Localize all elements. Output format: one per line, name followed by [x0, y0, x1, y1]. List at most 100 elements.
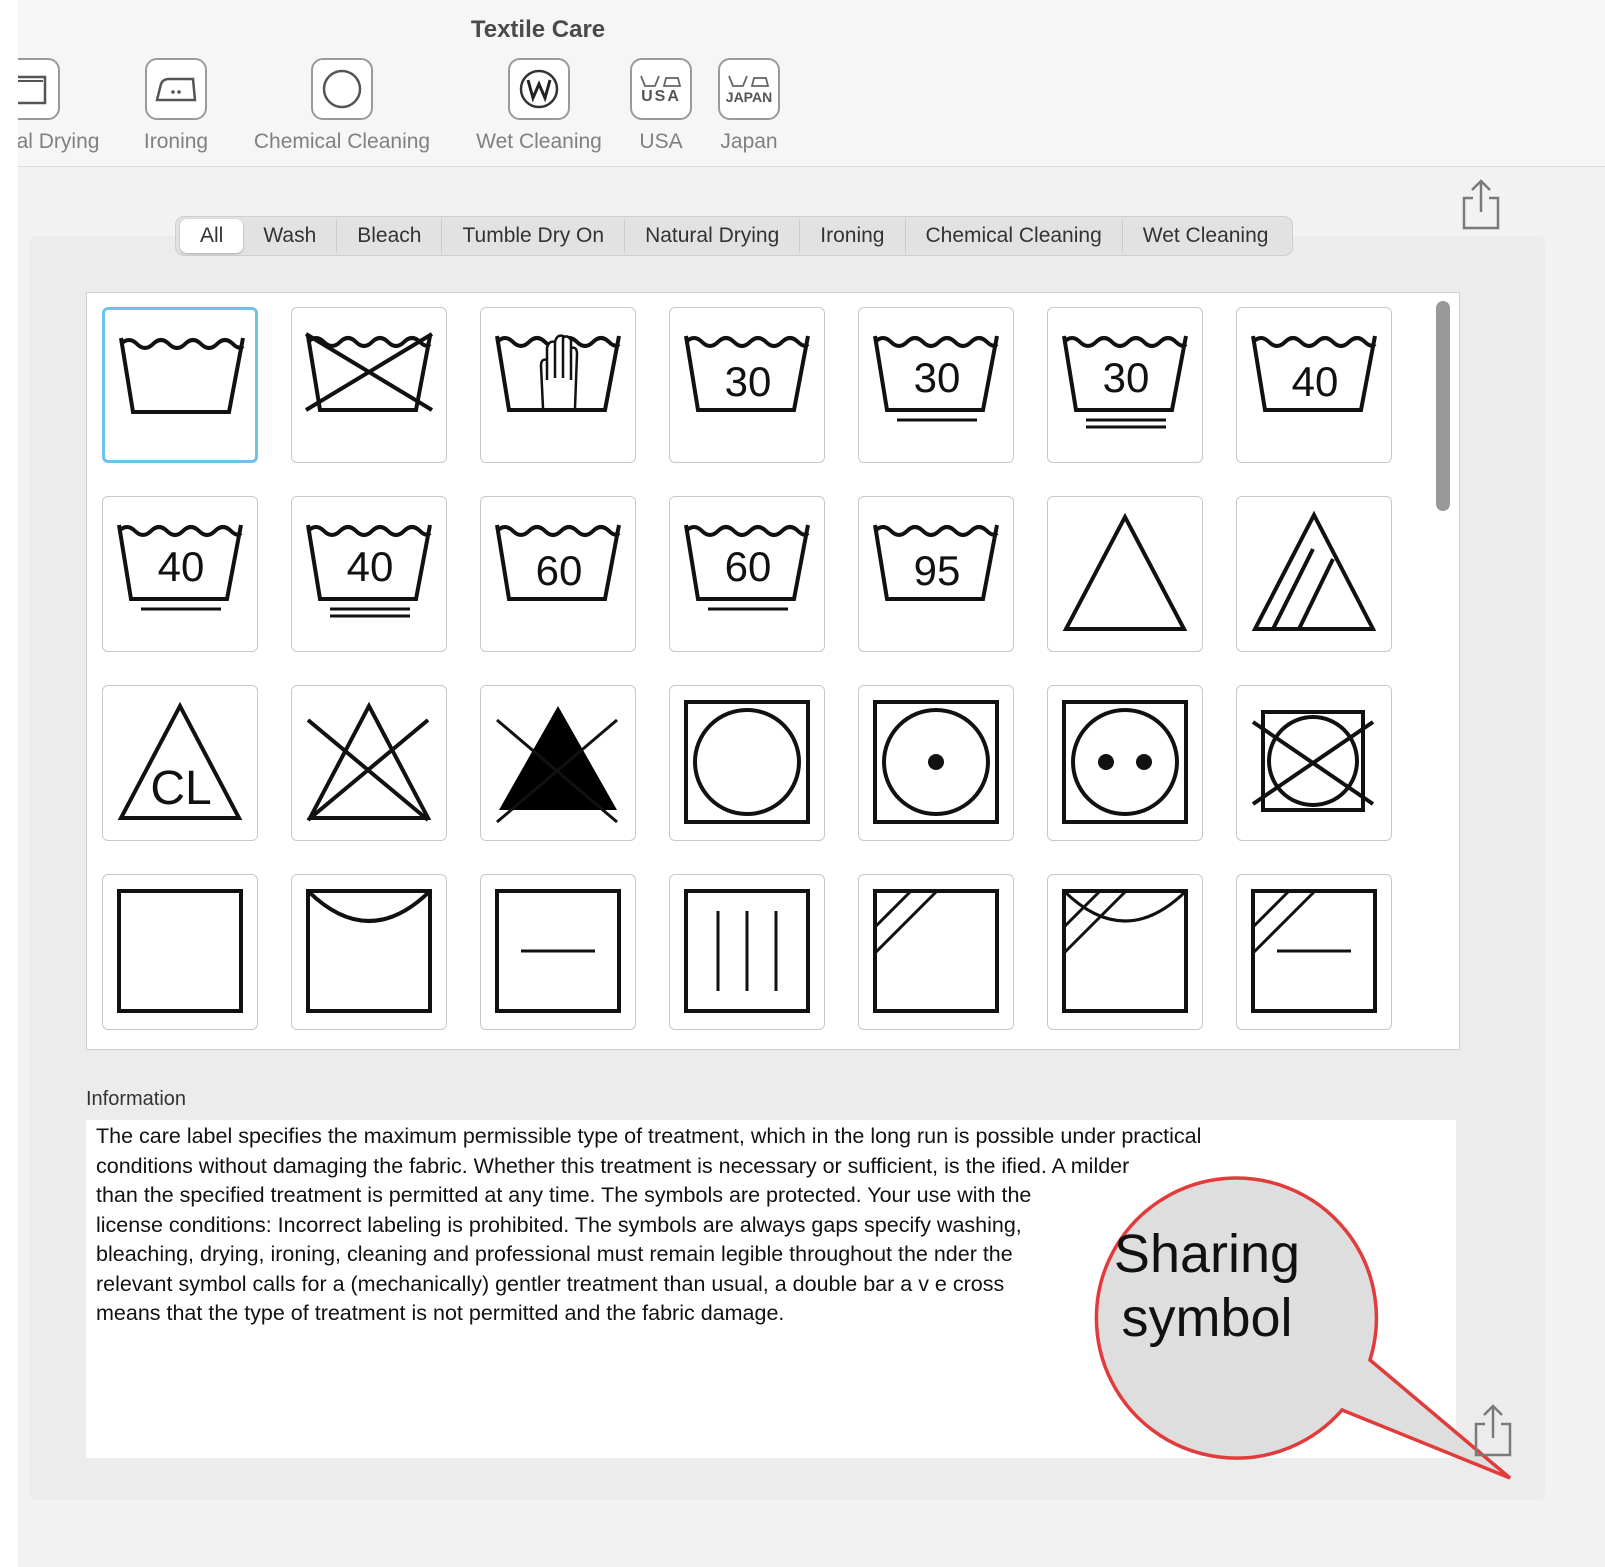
care-symbol-tumble-crossed[interactable] — [1236, 685, 1392, 841]
hand-wash-icon — [495, 334, 621, 412]
wash-temp-icon: 40 — [1251, 335, 1377, 412]
svg-text:60: 60 — [725, 543, 772, 590]
care-symbol-bleach-crossed-filled[interactable] — [480, 685, 636, 841]
usa-icon: USA — [630, 58, 692, 120]
dry-icon — [117, 889, 243, 1013]
wash-temp-icon: 30 — [684, 335, 810, 412]
wash-temp-icon: 30 — [873, 335, 999, 422]
care-symbol-bleach-cl[interactable]: CL — [102, 685, 258, 841]
care-symbol-wash-temp-30[interactable]: 30 — [669, 307, 825, 463]
tumble-dots-icon — [873, 700, 999, 824]
toolbar-label: Chemical Cleaning — [253, 130, 431, 153]
tumble-icon — [684, 700, 810, 824]
bleach-crossed-filled-icon — [496, 706, 618, 824]
callout-line-2: symbol — [1121, 1288, 1293, 1348]
care-symbol-dry-shade-flat[interactable] — [1236, 874, 1392, 1030]
care-symbol-bleach-crossed[interactable] — [291, 685, 447, 841]
wash-temp-icon: 40 — [117, 524, 243, 611]
bleach-cl-icon: CL — [117, 701, 243, 820]
care-symbol-dry-flat[interactable] — [480, 874, 636, 1030]
wash-temp-icon: 60 — [684, 524, 810, 611]
dry-drip-icon — [684, 889, 810, 1013]
tumble-crossed-icon — [1251, 710, 1375, 812]
svg-text:40: 40 — [158, 543, 205, 590]
care-symbol-wash-temp-60-bars-1[interactable]: 60 — [669, 496, 825, 652]
toolbar: Textile Care al Drying Ironing Chemical … — [18, 0, 1605, 167]
svg-text:30: 30 — [1103, 354, 1150, 401]
filter-tab-bleach[interactable]: Bleach — [337, 219, 443, 253]
window-title: Textile Care — [470, 16, 606, 43]
care-symbol-wash-temp-95[interactable]: 95 — [858, 496, 1014, 652]
care-symbol-dry-shade-line[interactable] — [1047, 874, 1203, 1030]
svg-text:95: 95 — [914, 547, 961, 594]
usa-icon-text: USA — [641, 88, 681, 105]
filter-tab-tumble-dry-on[interactable]: Tumble Dry On — [442, 219, 626, 253]
toolbar-item-natural-drying[interactable]: al Drying — [18, 58, 108, 154]
svg-text:40: 40 — [1292, 358, 1339, 405]
care-symbol-wash-temp-60[interactable]: 60 — [480, 496, 636, 652]
information-label: Information — [86, 1088, 187, 1110]
care-symbol-tumble-dots-dots-1[interactable] — [858, 685, 1014, 841]
svg-text:40: 40 — [347, 543, 394, 590]
care-symbol-dry-drip[interactable] — [669, 874, 825, 1030]
natural-drying-icon — [18, 58, 60, 120]
dry-line-icon — [306, 889, 432, 1013]
svg-text:30: 30 — [914, 354, 961, 401]
filter-tab-all[interactable]: All — [180, 219, 244, 253]
care-symbol-wash-temp-30-bars-1[interactable]: 30 — [858, 307, 1014, 463]
share-icon[interactable] — [1472, 1402, 1514, 1458]
toolbar-label: Wet Cleaning — [476, 130, 602, 153]
care-symbol-dry-line[interactable] — [291, 874, 447, 1030]
care-symbol-wash-temp-40-bars-2[interactable]: 40 — [291, 496, 447, 652]
circle-icon — [311, 58, 373, 120]
care-symbol-dry-shade[interactable] — [858, 874, 1014, 1030]
symbol-grid: 30 30 30 40 40 40 60 60 95 CL — [86, 292, 1460, 1050]
iron-icon — [145, 58, 207, 120]
svg-text:60: 60 — [536, 547, 583, 594]
share-icon[interactable] — [1458, 178, 1504, 230]
bleach-oxygen-icon — [1251, 510, 1377, 631]
toolbar-item-chemical-cleaning[interactable]: Chemical Cleaning — [244, 58, 440, 154]
wash-crossed-icon — [304, 332, 434, 412]
care-symbol-tumble-dots-dots-2[interactable] — [1047, 685, 1203, 841]
care-symbol-wash-temp-30-bars-2[interactable]: 30 — [1047, 307, 1203, 463]
japan-icon-text: JAPAN — [725, 89, 773, 105]
japan-icon: JAPAN — [718, 58, 780, 120]
care-symbol-wash-crossed[interactable] — [291, 307, 447, 463]
care-symbol-wash-temp-40-bars-1[interactable]: 40 — [102, 496, 258, 652]
dry-shade-icon — [873, 889, 999, 1013]
toolbar-label: Ironing — [143, 130, 209, 153]
dry-flat-icon — [495, 889, 621, 1013]
filter-tab-chemical-cleaning[interactable]: Chemical Cleaning — [906, 219, 1123, 253]
bleach-crossed-icon — [306, 701, 432, 822]
care-symbol-bleach[interactable] — [1047, 496, 1203, 652]
grid-scrollbar[interactable] — [1436, 301, 1450, 511]
filter-tab-wet-cleaning[interactable]: Wet Cleaning — [1123, 219, 1289, 253]
toolbar-item-wet-cleaning[interactable]: Wet Cleaning — [468, 58, 610, 154]
toolbar-item-usa[interactable]: USA USA — [628, 58, 694, 154]
care-symbol-dry[interactable] — [102, 874, 258, 1030]
toolbar-item-ironing[interactable]: Ironing — [130, 58, 222, 154]
callout-line-1: Sharing — [1113, 1224, 1301, 1284]
wash-temp-icon: 60 — [495, 524, 621, 601]
filter-tab-wash[interactable]: Wash — [243, 219, 338, 253]
care-symbol-wash-temp-40[interactable]: 40 — [1236, 307, 1392, 463]
tumble-dots-icon — [1062, 700, 1188, 824]
care-symbol-wash[interactable] — [102, 307, 258, 463]
svg-text:30: 30 — [725, 358, 772, 405]
callout-text: Sharing symbol — [1092, 1222, 1322, 1350]
app-window: Textile Care al Drying Ironing Chemical … — [18, 0, 1605, 1567]
dry-shade-line-icon — [1062, 889, 1188, 1013]
care-symbol-hand-wash[interactable] — [480, 307, 636, 463]
filter-tab-natural-drying[interactable]: Natural Drying — [625, 219, 801, 253]
wash-temp-icon: 30 — [1062, 335, 1188, 429]
wash-icon — [119, 337, 245, 414]
toolbar-item-japan[interactable]: JAPAN Japan — [715, 58, 783, 154]
toolbar-label: USA — [639, 130, 683, 153]
care-symbol-tumble[interactable] — [669, 685, 825, 841]
dry-shade-flat-icon — [1251, 889, 1377, 1013]
bleach-icon — [1062, 512, 1188, 631]
care-symbol-bleach-oxygen[interactable] — [1236, 496, 1392, 652]
circled-w-icon — [508, 58, 570, 120]
filter-tab-ironing[interactable]: Ironing — [800, 219, 906, 253]
